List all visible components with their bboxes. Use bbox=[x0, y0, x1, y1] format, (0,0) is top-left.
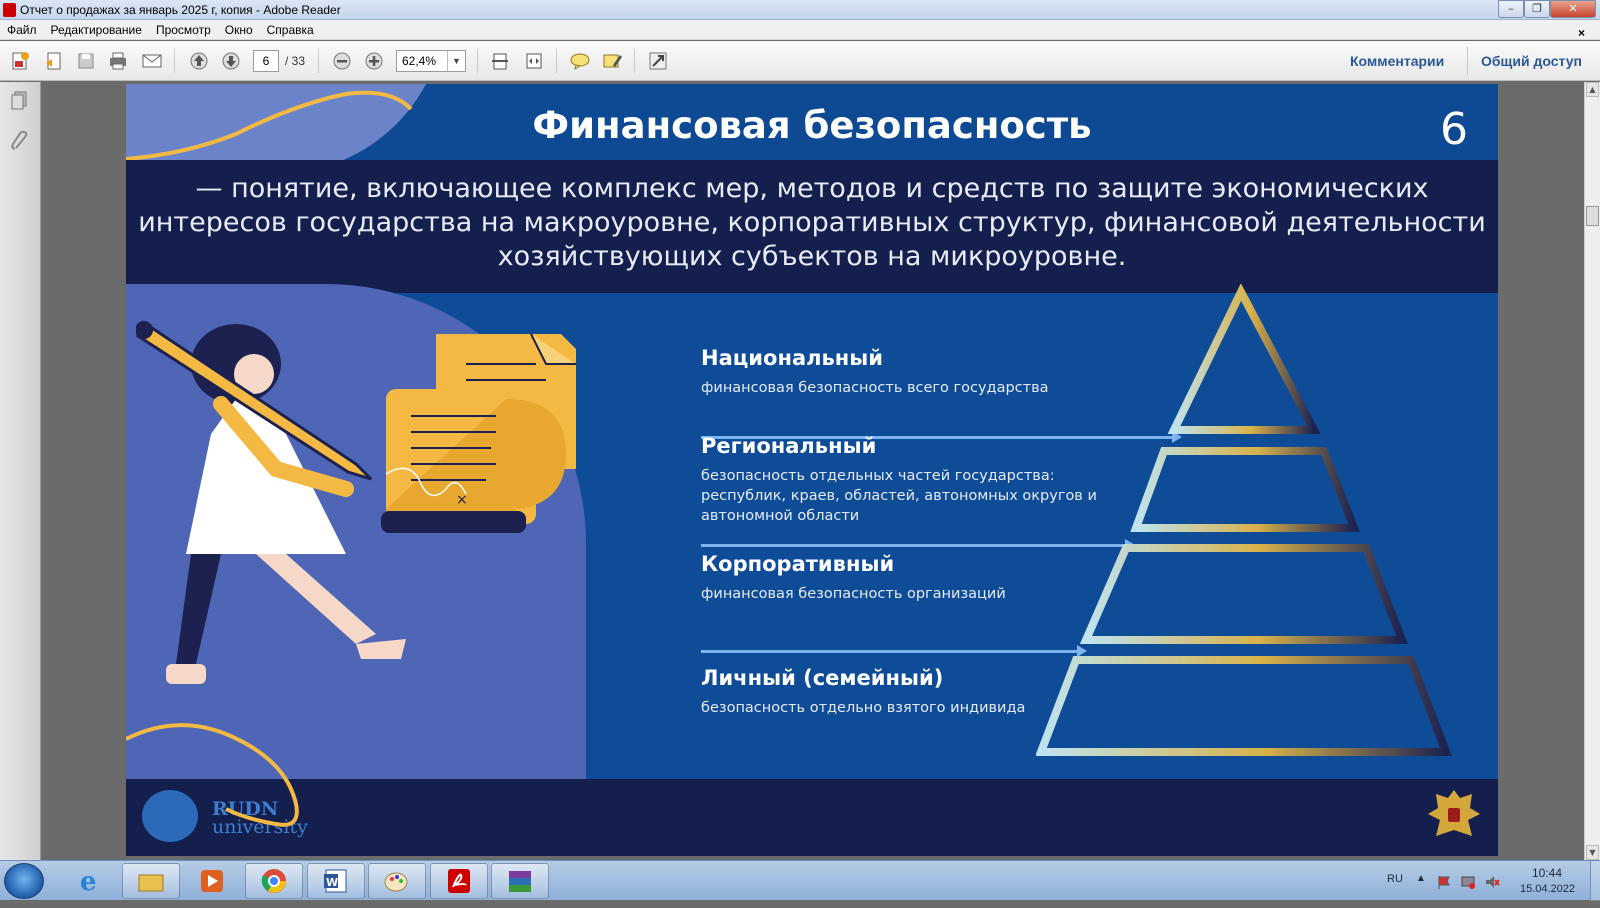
page-number-input[interactable]: 6 bbox=[253, 50, 279, 72]
share-button[interactable]: Общий доступ bbox=[1481, 53, 1582, 69]
clock-time[interactable]: 10:44 bbox=[1532, 866, 1562, 880]
adobe-reader-icon bbox=[3, 3, 16, 17]
internet-explorer-icon[interactable]: e bbox=[60, 863, 118, 899]
pages-icon[interactable] bbox=[10, 90, 30, 110]
word-icon[interactable]: W bbox=[307, 863, 365, 899]
close-document-icon[interactable]: × bbox=[1571, 23, 1592, 40]
restore-button[interactable]: ❐ bbox=[1524, 0, 1550, 18]
clock-date[interactable]: 15.04.2022 bbox=[1520, 883, 1575, 895]
language-indicator[interactable]: RU bbox=[1387, 873, 1403, 885]
level-description: финансовая безопасность всего государств… bbox=[701, 380, 1049, 396]
menu-help[interactable]: Справка bbox=[260, 20, 321, 37]
attachments-icon[interactable] bbox=[10, 130, 30, 150]
menu-file[interactable]: Файл bbox=[0, 20, 44, 37]
menu-edit[interactable]: Редактирование bbox=[44, 20, 149, 37]
page-total: / 33 bbox=[285, 54, 306, 68]
woman-with-pencil-illustration: × bbox=[136, 321, 576, 684]
level-heading: Корпоративный bbox=[701, 552, 895, 576]
scroll-thumb[interactable] bbox=[1586, 206, 1599, 226]
window-title: Отчет о продажах за январь 2025 г, копия… bbox=[20, 3, 341, 17]
level-heading: Национальный bbox=[701, 346, 884, 370]
expand-icon[interactable] bbox=[646, 49, 670, 73]
open-file-icon[interactable] bbox=[42, 49, 66, 73]
pdf-page: Финансовая безопасность 6 — понятие, вкл… bbox=[126, 84, 1498, 856]
menu-view[interactable]: Просмотр bbox=[149, 20, 218, 37]
comment-icon[interactable] bbox=[568, 49, 592, 73]
svg-text:×: × bbox=[456, 492, 468, 508]
navigation-panel bbox=[0, 82, 41, 860]
fit-page-icon[interactable] bbox=[488, 49, 512, 73]
level-description: финансовая безопасность организаций bbox=[701, 586, 1006, 602]
arrow-corporate bbox=[701, 645, 1087, 657]
decorative-swirl-bottom bbox=[126, 723, 299, 827]
network-icon[interactable] bbox=[1460, 874, 1476, 890]
comments-button[interactable]: Комментарии bbox=[1350, 53, 1444, 69]
scroll-up-arrow-icon[interactable]: ▲ bbox=[1586, 82, 1599, 97]
save-icon[interactable] bbox=[74, 49, 98, 73]
show-desktop-button[interactable] bbox=[1590, 861, 1600, 901]
previous-page-icon[interactable] bbox=[187, 49, 211, 73]
vertical-scrollbar[interactable]: ▲ ▼ bbox=[1584, 82, 1600, 860]
file-explorer-icon[interactable] bbox=[122, 863, 180, 899]
chrome-icon[interactable] bbox=[245, 863, 303, 899]
level-national: Национальный финансовая безопасность все… bbox=[701, 346, 1049, 398]
definition-text: — понятие, включающее комплекс мер, мето… bbox=[138, 173, 1486, 272]
svg-text:W: W bbox=[326, 876, 338, 889]
coat-of-arms-emblem bbox=[1428, 790, 1480, 836]
zoom-in-icon[interactable] bbox=[362, 49, 386, 73]
taskbar: e W RU ▲ 10:44 15.04.2022 bbox=[0, 860, 1600, 901]
show-hidden-icons-icon[interactable]: ▲ bbox=[1416, 873, 1426, 884]
level-personal: Личный (семейный) безопасность отдельно … bbox=[701, 666, 1025, 718]
svg-text:e: e bbox=[80, 867, 97, 896]
level-corporate: Корпоративный финансовая безопасность ор… bbox=[701, 552, 1006, 604]
level-heading: Личный (семейный) bbox=[701, 666, 944, 690]
pyramid-graphic bbox=[1036, 284, 1452, 756]
zoom-select[interactable]: 62,4% ▼ bbox=[396, 50, 466, 72]
action-center-flag-icon[interactable] bbox=[1436, 874, 1452, 890]
chevron-down-icon[interactable]: ▼ bbox=[447, 51, 465, 71]
menu-bar: Файл Редактирование Просмотр Окно Справка × bbox=[0, 20, 1600, 40]
acrobat-icon[interactable] bbox=[430, 863, 488, 899]
minimize-button[interactable]: – bbox=[1498, 0, 1524, 18]
toolbar: 6 / 33 62,4% ▼ Комментарии Общий доступ bbox=[0, 41, 1600, 81]
close-button[interactable]: ✕ bbox=[1550, 0, 1596, 18]
winrar-icon[interactable] bbox=[491, 863, 549, 899]
zoom-out-icon[interactable] bbox=[330, 49, 354, 73]
level-description: безопасность отдельно взятого индивида bbox=[701, 700, 1026, 716]
highlight-icon[interactable] bbox=[600, 49, 624, 73]
volume-muted-icon[interactable] bbox=[1484, 874, 1500, 890]
slide-page-number: 6 bbox=[1440, 104, 1468, 155]
slide-title: Финансовая безопасность bbox=[532, 104, 1092, 147]
media-player-icon[interactable] bbox=[183, 863, 241, 899]
paint-icon[interactable] bbox=[368, 863, 426, 899]
next-page-icon[interactable] bbox=[219, 49, 243, 73]
print-icon[interactable] bbox=[106, 49, 130, 73]
fit-width-icon[interactable] bbox=[522, 49, 546, 73]
start-button[interactable] bbox=[4, 863, 44, 899]
menu-window[interactable]: Окно bbox=[218, 20, 260, 37]
title-bar: Отчет о продажах за январь 2025 г, копия… bbox=[0, 0, 1600, 20]
scroll-down-arrow-icon[interactable]: ▼ bbox=[1586, 845, 1599, 860]
create-pdf-icon[interactable] bbox=[8, 49, 32, 73]
email-icon[interactable] bbox=[140, 49, 164, 73]
zoom-value: 62,4% bbox=[402, 54, 437, 68]
